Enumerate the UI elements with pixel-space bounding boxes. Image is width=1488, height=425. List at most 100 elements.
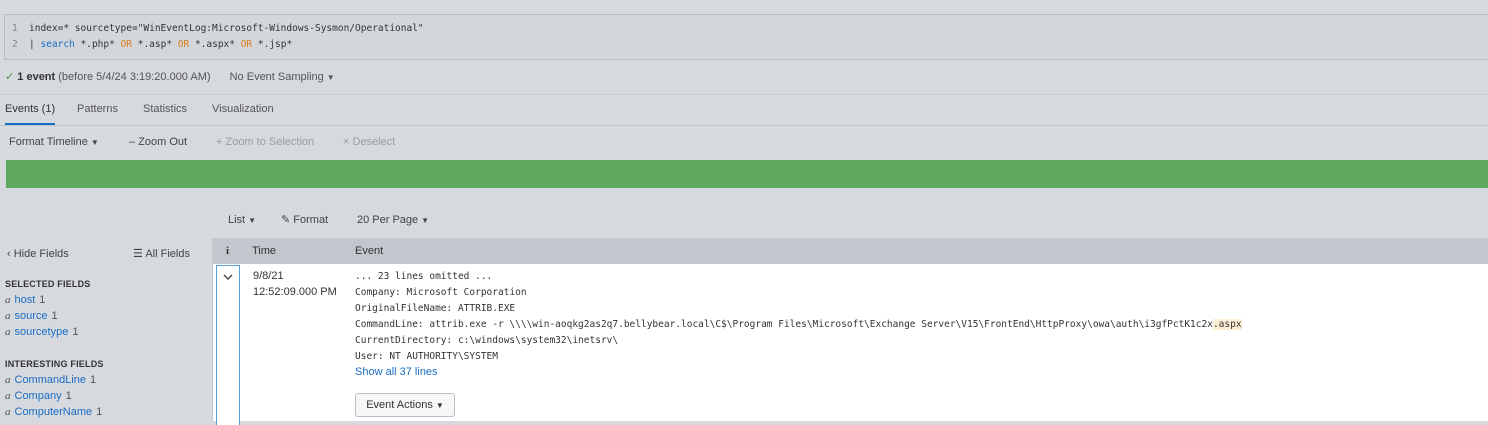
selected-fields-heading: SELECTED FIELDS [5,279,91,289]
event-line: Company: Microsoft Corporation [355,287,527,298]
search-time-range: (before 5/4/24 3:19:20.000 AM) [58,71,211,83]
event-sampling-dropdown[interactable]: No Event Sampling ▼ [230,71,335,83]
field-type-icon: a [5,390,11,402]
per-page-dropdown[interactable]: 20 Per Page ▼ [357,212,429,229]
tab-visualization[interactable]: Visualization [212,95,274,125]
event-line: ... 23 lines omitted ... [355,271,493,282]
list-icon: ☰ [133,248,143,260]
event-raw: ... 23 lines omitted ... Company: Micros… [355,269,1242,417]
search-query-text: index=* sourcetype="WinEventLog:Microsof… [29,23,424,34]
deselect-button[interactable]: × Deselect [343,134,395,150]
zoom-to-selection-button[interactable]: + Zoom to Selection [216,134,314,150]
field-type-icon: a [5,406,11,418]
per-page-label: 20 Per Page [357,214,419,226]
list-view-dropdown[interactable]: List ▼ [228,212,256,229]
event-actions-button[interactable]: Event Actions ▼ [355,393,455,417]
field-name: CommandLine [14,374,87,386]
event-date: 9/8/21 [253,270,284,282]
field-type-icon: a [5,294,11,306]
event-timestamp: 12:52:09.000 PM [253,286,337,298]
field-name: host [14,294,36,306]
or-operator: OR [240,39,253,50]
or-operator: OR [177,39,190,50]
format-label: Format [293,214,329,226]
expand-event-toggle[interactable] [216,265,240,425]
field-count: 1 [96,406,103,418]
zoom-out-button[interactable]: – Zoom Out [129,134,187,150]
fields-sidebar: ‹ Hide Fields ☰ All Fields SELECTED FIEL… [0,238,213,421]
field-type-icon: a [5,326,11,338]
field-company[interactable]: a Company 1 [5,389,72,403]
time-column-header[interactable]: Time [252,238,276,264]
field-name: source [14,310,48,322]
field-count: 1 [90,374,97,386]
event-sampling-label: No Event Sampling [229,71,324,83]
search-line-2[interactable]: 2 | search *.php* OR *.asp* OR *.aspx* OR… [5,37,292,53]
or-operator: OR [120,39,132,50]
search-status-row: ✓ 1 event (before 5/4/24 3:19:20.000 AM)… [0,68,1488,86]
event-column-header: Event [355,245,384,257]
field-commandline[interactable]: a CommandLine 1 [5,373,96,387]
search-term: *.aspx* [189,39,241,50]
pencil-icon: ✎ [281,214,291,226]
format-button[interactable]: ✎ Format [281,212,328,228]
line-number: 2 [12,39,18,50]
top-strip [0,0,1488,14]
search-match-highlight[interactable]: .aspx [1212,319,1242,330]
hide-fields-button[interactable]: ‹ Hide Fields [7,246,69,262]
field-computername[interactable]: a ComputerName 1 [5,405,102,419]
timeline-histogram-bar[interactable] [6,160,1488,188]
hide-fields-label: Hide Fields [13,248,69,260]
all-fields-label: All Fields [145,248,190,260]
divider [0,125,1488,126]
events-table-body: 9/8/21 12:52:09.000 PM ... 23 lines omit… [213,264,1488,425]
all-fields-button[interactable]: ☰ All Fields [133,246,190,262]
format-timeline-label: Format Timeline [9,136,88,148]
event-time: 9/8/21 12:52:09.000 PM [253,268,337,300]
field-source[interactable]: a source 1 [5,309,58,323]
commandline-text: CommandLine: attrib.exe -r \\\\win-aoqkg… [355,319,1213,330]
pipe: | [29,39,41,50]
event-line: OriginalFileName: ATTRIB.EXE [355,303,516,314]
field-name: Company [14,390,62,402]
events-table-header: i Time Event [213,238,1488,264]
info-column-header: i [226,245,230,257]
event-line: User: NT AUTHORITY\SYSTEM [355,351,498,362]
list-label: List [228,214,246,226]
caret-down-icon: ▼ [435,401,444,410]
check-icon: ✓ [5,71,15,83]
search-line-1[interactable]: 1 index=* sourcetype="WinEventLog:Microso… [5,21,424,37]
field-sourcetype[interactable]: a sourcetype 1 [5,325,78,339]
field-host[interactable]: a host 1 [5,293,45,307]
field-name: sourcetype [14,326,69,338]
field-count: 1 [39,294,46,306]
sidebar-header: ‹ Hide Fields ☰ All Fields [0,246,213,262]
search-term: *.asp* [132,39,178,50]
interesting-fields-heading: INTERESTING FIELDS [5,359,104,369]
caret-down-icon: ▼ [326,73,335,82]
field-count: 1 [51,310,58,322]
results-toolbar: List ▼ ✎ Format 20 Per Page ▼ [0,212,1488,228]
chevron-down-icon [223,274,233,280]
tab-events[interactable]: Events (1) [5,95,56,125]
search-editor[interactable]: 1 index=* sourcetype="WinEventLog:Microso… [4,14,1488,60]
tab-patterns[interactable]: Patterns [77,95,118,125]
results-tabs: Events (1) Patterns Statistics Visualiza… [0,95,1488,125]
field-type-icon: a [5,310,11,322]
event-count: 1 event [17,71,56,83]
field-name: ComputerName [14,406,93,418]
show-all-lines-link[interactable]: Show all 37 lines [355,365,1242,379]
tab-statistics[interactable]: Statistics [143,95,187,125]
search-term: *.php* [74,39,121,50]
event-line: CurrentDirectory: c:\windows\system32\in… [355,335,619,346]
caret-down-icon: ▼ [90,138,99,147]
chevron-left-icon: ‹ [7,248,11,260]
line-number: 1 [12,23,18,34]
format-timeline-button[interactable]: Format Timeline ▼ [9,134,99,151]
search-command: search [40,39,75,50]
event-actions-label: Event Actions [366,399,433,411]
field-type-icon: a [5,374,11,386]
caret-down-icon: ▼ [248,216,257,225]
event-line-commandline: CommandLine: attrib.exe -r \\\\win-aoqkg… [355,317,1242,333]
search-term: *.jsp* [252,39,293,50]
